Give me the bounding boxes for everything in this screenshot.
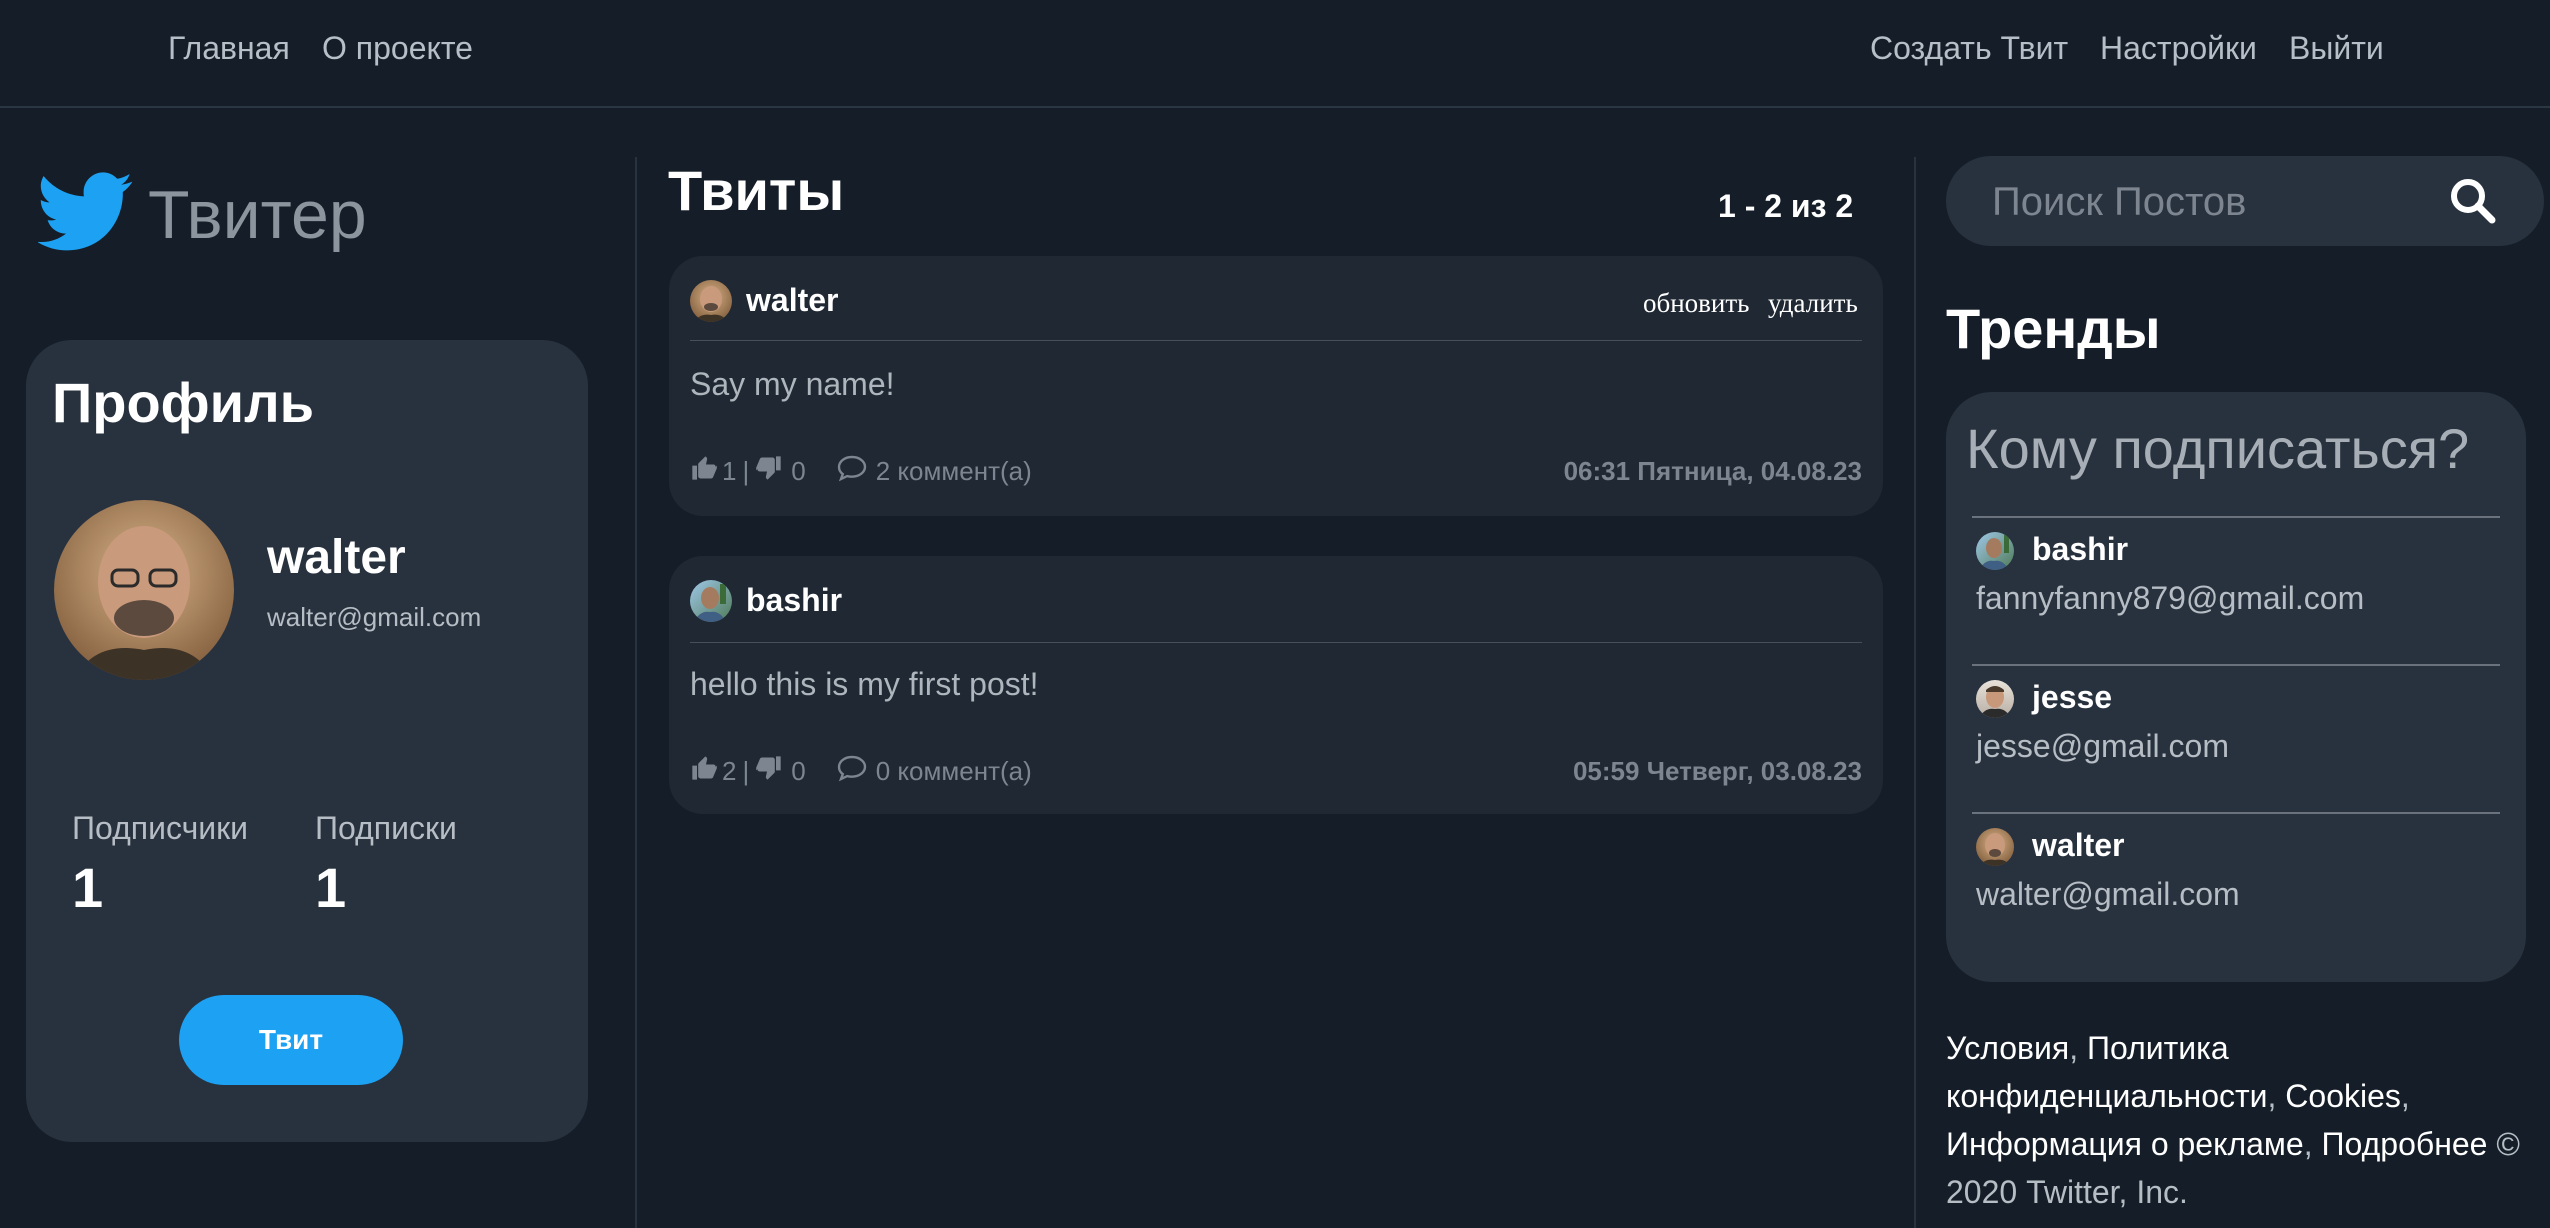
follow-username[interactable]: bashir	[2032, 531, 2128, 568]
tweet-author[interactable]: walter	[746, 282, 838, 319]
like-icon[interactable]	[690, 454, 718, 489]
nav-settings-link[interactable]: Настройки	[2100, 30, 2257, 67]
comment-count[interactable]: 0 коммент(а)	[876, 756, 1032, 787]
tweet-text: hello this is my first post!	[690, 666, 1039, 702]
brand-logo[interactable]: Твитер	[36, 172, 367, 257]
followers-count[interactable]: 1	[72, 855, 103, 920]
followers-label[interactable]: Подписчики	[72, 810, 248, 847]
nav-home-link[interactable]: Главная	[168, 30, 290, 67]
profile-title: Профиль	[52, 371, 315, 434]
column-divider-right	[1914, 157, 1916, 1228]
pagination-info: 1 - 2 из 2	[1718, 188, 1854, 224]
follow-email: jesse@gmail.com	[1976, 728, 2229, 764]
avatar[interactable]	[1976, 828, 2014, 866]
tweet-date: 06:31 Пятница, 04.08.23	[1563, 456, 1862, 486]
feed-title: Твиты	[668, 159, 845, 222]
following-count[interactable]: 1	[315, 855, 346, 920]
dislike-count: 0	[791, 456, 806, 486]
footer-ads-link[interactable]: Информация о рекламе	[1946, 1126, 2304, 1162]
meta-separator: |	[742, 756, 750, 786]
nav-about-link[interactable]: О проекте	[322, 30, 473, 67]
who-to-follow-card: Кому подписаться? bashir fannyfanny879@g…	[1946, 392, 2526, 982]
following-label[interactable]: Подписки	[315, 810, 457, 847]
top-navbar: Главная О проекте Создать Твит Настройки…	[0, 0, 2550, 108]
tweet-card: walter обновить удалить Say my name! 1 |…	[669, 256, 1883, 516]
comment-icon[interactable]	[836, 454, 868, 489]
footer-cookies-link[interactable]: Cookies	[2285, 1078, 2401, 1114]
follow-suggestion-item[interactable]: jesse jesse@gmail.com	[1972, 664, 2500, 798]
dislike-icon[interactable]	[755, 454, 783, 489]
search-icon[interactable]	[2448, 176, 2498, 231]
trends-title: Тренды	[1946, 297, 2161, 360]
column-divider-left	[635, 157, 637, 1228]
comment-count[interactable]: 2 коммент(а)	[876, 456, 1032, 487]
avatar[interactable]	[690, 280, 732, 322]
search-input[interactable]	[1990, 174, 2434, 230]
tweet-delete-link[interactable]: удалить	[1768, 288, 1858, 319]
tweet-author[interactable]: bashir	[746, 582, 842, 619]
profile-email: walter@gmail.com	[267, 602, 482, 632]
follow-username[interactable]: jesse	[2032, 679, 2112, 716]
dislike-icon[interactable]	[755, 754, 783, 789]
footer-terms-link[interactable]: Условия	[1946, 1030, 2069, 1066]
nav-logout-link[interactable]: Выйти	[2289, 30, 2384, 67]
tweet-card: bashir hello this is my first post! 2 | …	[669, 556, 1883, 814]
footer-more-link[interactable]: Подробнее	[2322, 1126, 2488, 1162]
avatar[interactable]	[690, 580, 732, 622]
dislike-count: 0	[791, 756, 806, 786]
tweet-meta: 1 | 0 2 коммент(а)	[690, 454, 1032, 489]
tweet-divider	[690, 340, 1862, 341]
search-box	[1946, 156, 2544, 246]
like-count: 2	[722, 756, 737, 786]
profile-username: walter	[267, 531, 406, 584]
tweet-meta: 2 | 0 0 коммент(а)	[690, 754, 1032, 789]
tweet-update-link[interactable]: обновить	[1643, 288, 1750, 319]
like-icon[interactable]	[690, 754, 718, 789]
follow-email: walter@gmail.com	[1976, 876, 2240, 912]
like-count: 1	[722, 456, 737, 486]
follow-email: fannyfanny879@gmail.com	[1976, 580, 2365, 616]
comment-icon[interactable]	[836, 754, 868, 789]
profile-card: Профиль walter walter@gmail.com Подписчи…	[26, 340, 588, 1142]
follow-username[interactable]: walter	[2032, 827, 2124, 864]
footer-links: Условия, Политика конфиденциальности, Co…	[1946, 1030, 2520, 1210]
tweet-divider	[690, 642, 1862, 643]
avatar[interactable]	[54, 500, 234, 680]
meta-separator: |	[742, 456, 750, 486]
brand-name: Твитер	[148, 176, 367, 253]
follow-suggestion-item[interactable]: bashir fannyfanny879@gmail.com	[1972, 516, 2500, 650]
tweet-button[interactable]: Твит	[179, 995, 403, 1085]
tweet-date: 05:59 Четверг, 03.08.23	[1572, 756, 1862, 786]
tweet-text: Say my name!	[690, 366, 895, 402]
follow-suggestion-item[interactable]: walter walter@gmail.com	[1972, 812, 2500, 946]
avatar[interactable]	[1976, 680, 2014, 718]
twitter-bird-icon	[36, 172, 134, 257]
who-to-follow-title: Кому подписаться?	[1966, 417, 2470, 480]
nav-create-tweet-link[interactable]: Создать Твит	[1870, 30, 2068, 67]
avatar[interactable]	[1976, 532, 2014, 570]
